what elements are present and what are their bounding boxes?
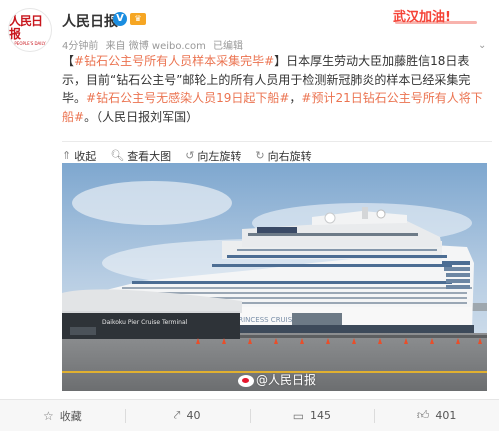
- favorite-label: 收藏: [59, 409, 82, 423]
- hashtag-link[interactable]: #钻石公主号所有人员样本采集完毕#: [74, 54, 274, 68]
- post-body-text: 。（人民日报刘军国）: [84, 109, 199, 124]
- banner-text: 武汉加油!: [393, 10, 451, 25]
- collapse-icon: ⇑: [62, 149, 72, 162]
- wuhan-jiayou-banner: 武汉加油!: [393, 6, 485, 26]
- post-source[interactable]: 来自 微博 weibo.com: [106, 41, 206, 52]
- repost-count: 40: [186, 409, 201, 422]
- comment-button[interactable]: ▭ 145: [249, 400, 375, 431]
- avatar-logo-subtext: PEOPLE'S DAILY: [14, 40, 46, 46]
- terminal-sign-text: Daikoku Pier Cruise Terminal: [102, 319, 188, 326]
- image-action-bar: ⇑ 收起 🔍︎ 查看大图 ↺ 向左旋转 ↻ 向右旋转: [62, 141, 492, 163]
- weibo-logo-icon: [238, 374, 254, 387]
- hashtag-link[interactable]: #钻石公主号无感染人员19日起下船#: [86, 91, 289, 105]
- rotate-right-icon: ↻: [255, 149, 265, 162]
- comment-count: 145: [310, 409, 332, 422]
- post-footer-bar: ☆ 收藏 ⤤ 40 ▭ 145 👍︎ 401: [0, 399, 499, 431]
- rotate-right-button[interactable]: ↻ 向右旋转: [255, 142, 311, 164]
- collapse-label: 收起: [74, 149, 97, 163]
- post-time[interactable]: 4分钟前: [62, 41, 98, 52]
- ship-name-text: PRINCESS CRUISES: [234, 316, 302, 324]
- bracket-open: 【: [62, 54, 75, 68]
- verified-icon[interactable]: V: [113, 12, 127, 26]
- star-icon: ☆: [42, 408, 54, 423]
- like-count: 401: [435, 409, 457, 422]
- avatar-logo-text: 人民日报: [9, 13, 43, 41]
- post-photo[interactable]: PRINCESS CRUISES Daikoku Pier Cruise Ter…: [62, 163, 487, 391]
- separator: ，: [289, 91, 302, 105]
- post-content: 【#钻石公主号所有人员样本采集完毕#】日本厚生劳动大臣加藤胜信18日表示，目前“…: [62, 52, 492, 126]
- post-meta: 4分钟前 来自 微博 weibo.com 已编辑: [62, 37, 247, 52]
- member-crown-icon[interactable]: ♛: [130, 13, 146, 25]
- rotate-left-label: 向左旋转: [197, 149, 242, 163]
- comment-icon: ▭: [292, 408, 305, 423]
- repost-button[interactable]: ⤤ 40: [124, 400, 250, 431]
- watermark-text: @人民日报: [256, 373, 317, 387]
- view-large-label: 查看大图: [127, 149, 172, 163]
- edited-label: 已编辑: [213, 41, 244, 52]
- chevron-down-icon[interactable]: ⌄: [478, 40, 486, 51]
- thumbs-up-icon: 👍︎: [416, 408, 430, 422]
- rotate-left-icon: ↺: [185, 149, 195, 162]
- avatar[interactable]: 人民日报 PEOPLE'S DAILY: [8, 8, 52, 52]
- magnifier-icon: 🔍︎: [110, 149, 125, 162]
- like-button[interactable]: 👍︎ 401: [374, 400, 499, 431]
- rotate-left-button[interactable]: ↺ 向左旋转: [185, 142, 241, 164]
- favorite-button[interactable]: ☆ 收藏: [0, 400, 125, 431]
- photo-watermark: @人民日报: [238, 371, 316, 388]
- account-name[interactable]: 人民日报: [62, 11, 118, 31]
- rotate-right-label: 向右旋转: [267, 149, 312, 163]
- repost-icon: ⤤: [173, 408, 181, 422]
- collapse-button[interactable]: ⇑ 收起: [62, 142, 96, 164]
- view-large-button[interactable]: 🔍︎ 查看大图: [110, 142, 171, 164]
